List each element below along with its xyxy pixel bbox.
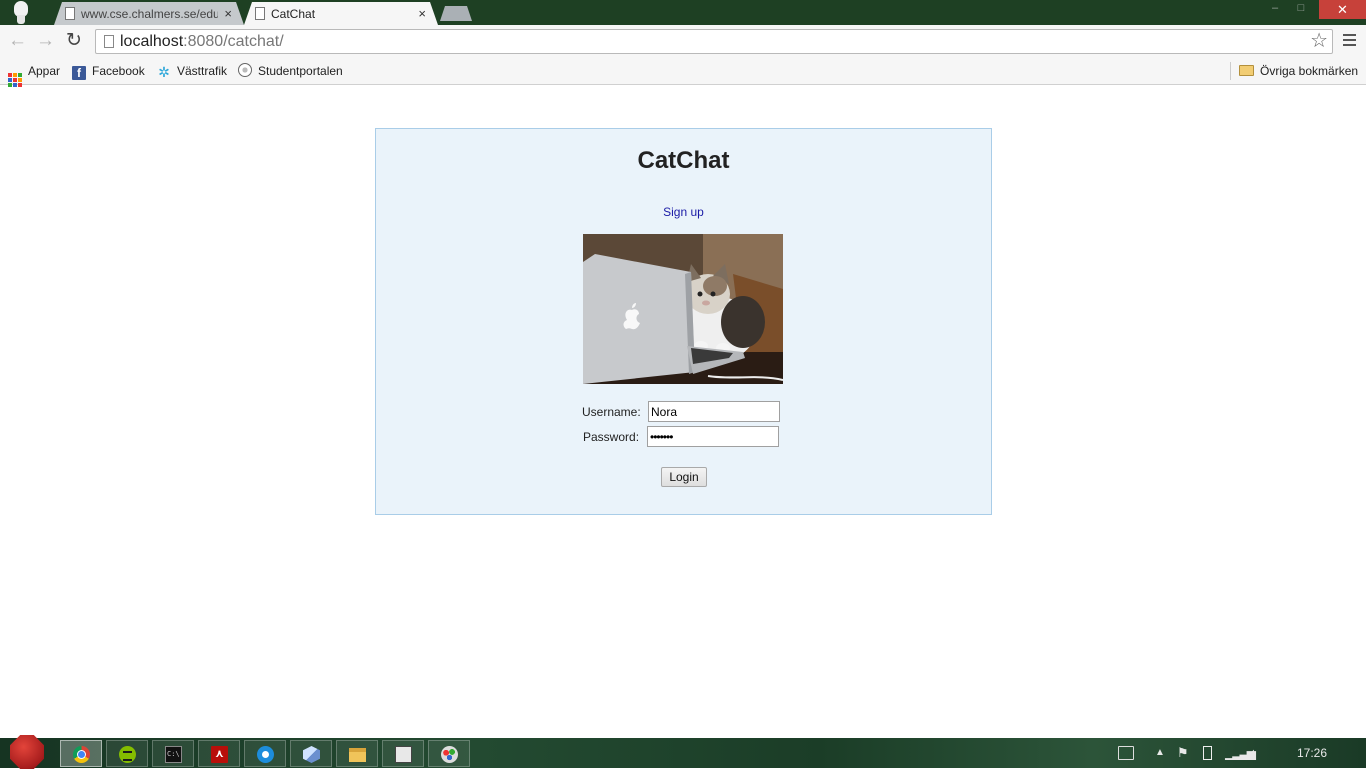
new-tab-button[interactable] bbox=[440, 6, 472, 21]
taskbar-spotify[interactable] bbox=[106, 740, 148, 767]
tab-close-icon[interactable]: × bbox=[224, 6, 232, 21]
taskbar-virtualbox[interactable] bbox=[290, 740, 332, 767]
windows-taskbar: C:\ ⋏ ▲ ⚑ ▁▂▃▅ 🔈︎ 17:26 bbox=[0, 735, 1366, 769]
action-center-flag-icon[interactable]: ⚑ bbox=[1177, 738, 1189, 768]
page-icon bbox=[104, 35, 114, 48]
taskbar-clipboard[interactable] bbox=[382, 740, 424, 767]
password-label: Password: bbox=[583, 430, 640, 444]
chrome-icon bbox=[73, 746, 90, 763]
taskbar-explorer[interactable] bbox=[336, 740, 378, 767]
file-explorer-icon bbox=[349, 748, 366, 762]
username-label: Username: bbox=[582, 405, 641, 419]
tab-chalmers[interactable]: www.cse.chalmers.se/edu × bbox=[54, 2, 244, 25]
password-row: Password: bbox=[583, 426, 793, 448]
keyboard-icon[interactable] bbox=[1118, 746, 1134, 760]
url-path: :8080/catchat/ bbox=[183, 33, 284, 50]
clipboard-icon bbox=[395, 746, 412, 763]
start-button[interactable] bbox=[8, 733, 46, 769]
bookmark-star-icon[interactable]: ☆ bbox=[1310, 30, 1328, 53]
volume-icon[interactable]: 🔈︎ bbox=[1250, 738, 1258, 768]
password-input[interactable] bbox=[647, 426, 779, 447]
taskbar-paint[interactable] bbox=[428, 740, 470, 767]
apps-icon bbox=[8, 73, 22, 87]
cat-at-laptop-photo bbox=[583, 234, 783, 384]
vasttrafik-icon: ✲ bbox=[158, 64, 170, 80]
username-input[interactable] bbox=[648, 401, 780, 422]
folder-icon bbox=[1239, 65, 1254, 76]
bookmarks-separator bbox=[1230, 62, 1231, 80]
clock[interactable]: 17:26 bbox=[1297, 738, 1327, 768]
bookmark-apps[interactable]: Appar bbox=[8, 63, 61, 87]
browser-tabstrip: www.cse.chalmers.se/edu × CatChat × – □ … bbox=[0, 0, 1366, 25]
windows-start-icon bbox=[10, 735, 44, 769]
facebook-icon: f bbox=[72, 66, 86, 80]
minimize-icon[interactable]: – bbox=[1262, 0, 1288, 19]
url-host: localhost bbox=[120, 33, 184, 50]
spotify-icon bbox=[119, 746, 136, 763]
virtualbox-icon bbox=[303, 746, 320, 763]
skype-icon bbox=[257, 746, 274, 763]
show-hidden-icons-icon[interactable]: ▲ bbox=[1155, 738, 1165, 768]
browser-toolbar: ← → ↻ localhost:8080/catchat/ ☆ bbox=[0, 25, 1366, 58]
page-icon bbox=[65, 7, 75, 20]
taskbar-acrobat[interactable]: ⋏ bbox=[198, 740, 240, 767]
chrome-menu-icon[interactable] bbox=[1343, 34, 1356, 49]
command-prompt-icon: C:\ bbox=[165, 746, 182, 763]
taskbar-cmd[interactable]: C:\ bbox=[152, 740, 194, 767]
address-url[interactable]: localhost:8080/catchat/ bbox=[120, 33, 284, 51]
bookmark-label: Övriga bokmärken bbox=[1260, 64, 1359, 78]
page-title: CatChat bbox=[637, 147, 730, 174]
studentportalen-icon bbox=[238, 63, 252, 77]
tab-catchat[interactable]: CatChat × bbox=[244, 2, 438, 25]
tab-close-icon[interactable]: × bbox=[418, 6, 426, 21]
maximize-icon[interactable]: □ bbox=[1288, 0, 1314, 19]
tab-title: CatChat bbox=[271, 7, 316, 21]
back-arrow-icon[interactable]: ← bbox=[8, 30, 27, 52]
page-icon bbox=[255, 7, 265, 20]
bookmarks-bar: Appar f Facebook ✲ Västtrafik Studentporta… bbox=[0, 58, 1366, 87]
bookmark-studentportalen[interactable]: Studentportalen bbox=[238, 63, 343, 79]
bookmark-other-folder[interactable]: Övriga bokmärken bbox=[1239, 63, 1358, 79]
reload-icon[interactable]: ↻ bbox=[66, 30, 82, 52]
address-bar[interactable]: localhost:8080/catchat/ ☆ bbox=[95, 29, 1333, 54]
username-row: Username: bbox=[582, 401, 792, 423]
bookmark-facebook[interactable]: f Facebook bbox=[72, 63, 145, 80]
profile-avatar-icon[interactable] bbox=[10, 1, 32, 24]
bookmark-label: Studentportalen bbox=[258, 64, 343, 78]
battery-icon[interactable] bbox=[1203, 746, 1212, 760]
bookmark-label: Facebook bbox=[92, 64, 145, 78]
forward-arrow-icon[interactable]: → bbox=[36, 30, 55, 52]
login-button[interactable]: Login bbox=[661, 467, 707, 487]
bookmark-vasttrafik[interactable]: ✲ Västtrafik bbox=[157, 63, 227, 79]
login-panel: CatChat Sign up Username: Nora Password:… bbox=[375, 128, 992, 515]
taskbar-skype[interactable] bbox=[244, 740, 286, 767]
window-close-button[interactable]: ✕ bbox=[1319, 0, 1366, 19]
sign-up-link[interactable]: Sign up bbox=[376, 205, 991, 219]
bookmark-label: Appar bbox=[28, 64, 61, 78]
acrobat-icon: ⋏ bbox=[211, 746, 228, 763]
paint-icon bbox=[441, 746, 458, 763]
taskbar-chrome[interactable] bbox=[60, 740, 102, 767]
bookmark-label: Västtrafik bbox=[177, 64, 228, 78]
tab-title: www.cse.chalmers.se/edu bbox=[81, 7, 218, 21]
